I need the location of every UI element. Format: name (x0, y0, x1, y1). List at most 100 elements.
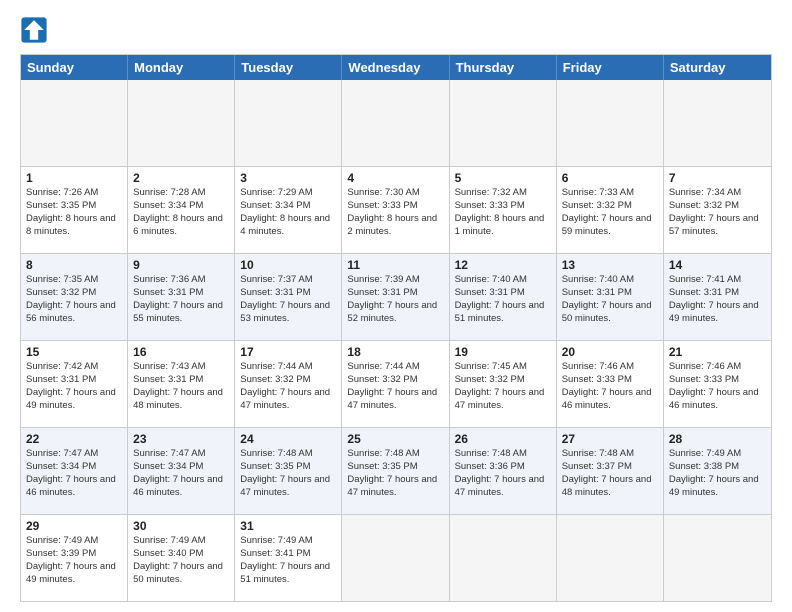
daylight: Daylight: 7 hours and 57 minutes. (669, 213, 759, 237)
daylight: Daylight: 8 hours and 6 minutes. (133, 213, 223, 237)
daylight: Daylight: 7 hours and 47 minutes. (347, 474, 437, 498)
sunset: Sunset: 3:34 PM (26, 461, 96, 472)
day-number: 29 (26, 518, 122, 534)
sunset: Sunset: 3:38 PM (669, 461, 739, 472)
day-cell-28: 28Sunrise: 7:49 AMSunset: 3:38 PMDayligh… (664, 428, 771, 514)
sunrise: Sunrise: 7:48 AM (240, 448, 312, 459)
day-number: 19 (455, 344, 551, 360)
sunset: Sunset: 3:32 PM (669, 200, 739, 211)
day-cell-17: 17Sunrise: 7:44 AMSunset: 3:32 PMDayligh… (235, 341, 342, 427)
daylight: Daylight: 7 hours and 49 minutes. (26, 561, 116, 585)
sunset: Sunset: 3:33 PM (562, 374, 632, 385)
empty-cell (557, 515, 664, 601)
sunrise: Sunrise: 7:26 AM (26, 187, 98, 198)
day-number: 16 (133, 344, 229, 360)
daylight: Daylight: 7 hours and 48 minutes. (562, 474, 652, 498)
day-cell-3: 3Sunrise: 7:29 AMSunset: 3:34 PMDaylight… (235, 167, 342, 253)
calendar-row-2: 8Sunrise: 7:35 AMSunset: 3:32 PMDaylight… (21, 253, 771, 340)
daylight: Daylight: 7 hours and 59 minutes. (562, 213, 652, 237)
day-cell-21: 21Sunrise: 7:46 AMSunset: 3:33 PMDayligh… (664, 341, 771, 427)
day-number: 5 (455, 170, 551, 186)
sunset: Sunset: 3:40 PM (133, 548, 203, 559)
sunrise: Sunrise: 7:49 AM (133, 535, 205, 546)
empty-cell (664, 515, 771, 601)
day-cell-12: 12Sunrise: 7:40 AMSunset: 3:31 PMDayligh… (450, 254, 557, 340)
daylight: Daylight: 7 hours and 50 minutes. (133, 561, 223, 585)
sunset: Sunset: 3:39 PM (26, 548, 96, 559)
day-number: 31 (240, 518, 336, 534)
sunset: Sunset: 3:31 PM (133, 374, 203, 385)
daylight: Daylight: 7 hours and 49 minutes. (26, 387, 116, 411)
day-cell-16: 16Sunrise: 7:43 AMSunset: 3:31 PMDayligh… (128, 341, 235, 427)
day-number: 21 (669, 344, 766, 360)
daylight: Daylight: 8 hours and 2 minutes. (347, 213, 437, 237)
sunset: Sunset: 3:31 PM (347, 287, 417, 298)
header-cell-saturday: Saturday (664, 55, 771, 80)
empty-cell (664, 80, 771, 166)
sunrise: Sunrise: 7:40 AM (455, 274, 527, 285)
sunrise: Sunrise: 7:49 AM (26, 535, 98, 546)
sunset: Sunset: 3:32 PM (562, 200, 632, 211)
day-number: 27 (562, 431, 658, 447)
sunrise: Sunrise: 7:44 AM (347, 361, 419, 372)
day-number: 23 (133, 431, 229, 447)
daylight: Daylight: 7 hours and 47 minutes. (240, 474, 330, 498)
sunrise: Sunrise: 7:48 AM (562, 448, 634, 459)
calendar-row-3: 15Sunrise: 7:42 AMSunset: 3:31 PMDayligh… (21, 340, 771, 427)
day-cell-14: 14Sunrise: 7:41 AMSunset: 3:31 PMDayligh… (664, 254, 771, 340)
daylight: Daylight: 7 hours and 50 minutes. (562, 300, 652, 324)
day-cell-5: 5Sunrise: 7:32 AMSunset: 3:33 PMDaylight… (450, 167, 557, 253)
sunrise: Sunrise: 7:30 AM (347, 187, 419, 198)
empty-cell (557, 80, 664, 166)
day-cell-7: 7Sunrise: 7:34 AMSunset: 3:32 PMDaylight… (664, 167, 771, 253)
daylight: Daylight: 7 hours and 49 minutes. (669, 474, 759, 498)
sunrise: Sunrise: 7:39 AM (347, 274, 419, 285)
sunset: Sunset: 3:31 PM (133, 287, 203, 298)
daylight: Daylight: 7 hours and 49 minutes. (669, 300, 759, 324)
header-cell-sunday: Sunday (21, 55, 128, 80)
sunset: Sunset: 3:31 PM (669, 287, 739, 298)
sunrise: Sunrise: 7:33 AM (562, 187, 634, 198)
daylight: Daylight: 7 hours and 52 minutes. (347, 300, 437, 324)
day-cell-20: 20Sunrise: 7:46 AMSunset: 3:33 PMDayligh… (557, 341, 664, 427)
day-number: 2 (133, 170, 229, 186)
sunrise: Sunrise: 7:45 AM (455, 361, 527, 372)
day-cell-8: 8Sunrise: 7:35 AMSunset: 3:32 PMDaylight… (21, 254, 128, 340)
day-cell-15: 15Sunrise: 7:42 AMSunset: 3:31 PMDayligh… (21, 341, 128, 427)
sunrise: Sunrise: 7:47 AM (133, 448, 205, 459)
sunset: Sunset: 3:34 PM (133, 200, 203, 211)
daylight: Daylight: 7 hours and 48 minutes. (133, 387, 223, 411)
day-number: 18 (347, 344, 443, 360)
daylight: Daylight: 7 hours and 47 minutes. (347, 387, 437, 411)
day-cell-10: 10Sunrise: 7:37 AMSunset: 3:31 PMDayligh… (235, 254, 342, 340)
day-cell-24: 24Sunrise: 7:48 AMSunset: 3:35 PMDayligh… (235, 428, 342, 514)
empty-cell (342, 80, 449, 166)
sunrise: Sunrise: 7:28 AM (133, 187, 205, 198)
day-cell-23: 23Sunrise: 7:47 AMSunset: 3:34 PMDayligh… (128, 428, 235, 514)
sunset: Sunset: 3:31 PM (562, 287, 632, 298)
logo-area (20, 16, 52, 44)
sunset: Sunset: 3:34 PM (240, 200, 310, 211)
day-number: 24 (240, 431, 336, 447)
daylight: Daylight: 7 hours and 55 minutes. (133, 300, 223, 324)
day-cell-1: 1Sunrise: 7:26 AMSunset: 3:35 PMDaylight… (21, 167, 128, 253)
header (20, 16, 772, 44)
daylight: Daylight: 7 hours and 51 minutes. (455, 300, 545, 324)
day-cell-30: 30Sunrise: 7:49 AMSunset: 3:40 PMDayligh… (128, 515, 235, 601)
sunrise: Sunrise: 7:46 AM (562, 361, 634, 372)
daylight: Daylight: 7 hours and 46 minutes. (26, 474, 116, 498)
day-number: 17 (240, 344, 336, 360)
daylight: Daylight: 7 hours and 53 minutes. (240, 300, 330, 324)
sunrise: Sunrise: 7:29 AM (240, 187, 312, 198)
day-cell-9: 9Sunrise: 7:36 AMSunset: 3:31 PMDaylight… (128, 254, 235, 340)
sunset: Sunset: 3:41 PM (240, 548, 310, 559)
day-number: 28 (669, 431, 766, 447)
daylight: Daylight: 7 hours and 47 minutes. (240, 387, 330, 411)
day-cell-22: 22Sunrise: 7:47 AMSunset: 3:34 PMDayligh… (21, 428, 128, 514)
calendar-row-4: 22Sunrise: 7:47 AMSunset: 3:34 PMDayligh… (21, 427, 771, 514)
calendar-body: 1Sunrise: 7:26 AMSunset: 3:35 PMDaylight… (21, 80, 771, 601)
daylight: Daylight: 7 hours and 46 minutes. (133, 474, 223, 498)
sunset: Sunset: 3:32 PM (455, 374, 525, 385)
day-cell-6: 6Sunrise: 7:33 AMSunset: 3:32 PMDaylight… (557, 167, 664, 253)
daylight: Daylight: 7 hours and 46 minutes. (562, 387, 652, 411)
